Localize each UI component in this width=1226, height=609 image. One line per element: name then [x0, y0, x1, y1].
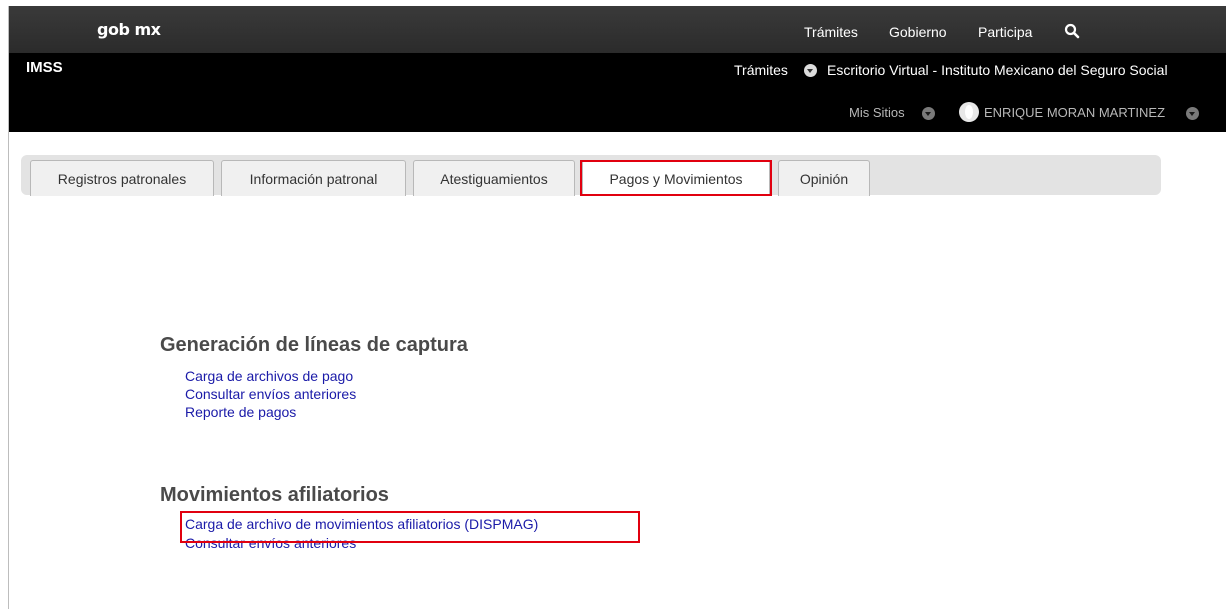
gob-nav-gobierno[interactable]: Gobierno — [889, 24, 947, 40]
user-name[interactable]: ENRIQUE MORAN MARTINEZ — [984, 105, 1165, 120]
link-consultar-envios-pago[interactable]: Consultar envíos anteriores — [185, 386, 356, 403]
user-avatar — [959, 102, 979, 122]
gob-mx-logo[interactable]: gob mx — [97, 20, 161, 39]
user-dropdown-icon[interactable] — [1186, 107, 1199, 120]
link-highlight-box — [180, 511, 640, 543]
gob-header: gob mx Trámites Gobierno Participa — [9, 6, 1226, 53]
tab-registros-patronales[interactable]: Registros patronales — [30, 160, 214, 196]
gob-nav-participa[interactable]: Participa — [978, 24, 1032, 40]
imss-header: IMSS Trámites Escritorio Virtual - Insti… — [9, 53, 1226, 132]
tab-atestiguamientos[interactable]: Atestiguamientos — [413, 160, 575, 196]
section-title-lineas-captura: Generación de líneas de captura — [160, 334, 468, 356]
tramites-menu[interactable]: Trámites — [734, 62, 788, 78]
mis-sitios-dropdown-icon[interactable] — [922, 107, 935, 120]
section-title-movimientos-afiliatorios: Movimientos afiliatorios — [160, 484, 389, 506]
portal-title: Escritorio Virtual - Instituto Mexicano … — [827, 62, 1168, 78]
link-carga-archivos-pago[interactable]: Carga de archivos de pago — [185, 368, 353, 385]
gob-nav-tramites[interactable]: Trámites — [804, 24, 858, 40]
tramites-dropdown-icon[interactable] — [804, 64, 817, 77]
tab-opinion[interactable]: Opinión — [778, 160, 870, 196]
window-left-border — [0, 0, 9, 609]
link-reporte-pagos[interactable]: Reporte de pagos — [185, 404, 296, 421]
tab-informacion-patronal[interactable]: Información patronal — [221, 160, 406, 196]
tab-highlight-box — [580, 160, 772, 196]
imss-title[interactable]: IMSS — [26, 59, 63, 76]
search-icon[interactable] — [1064, 23, 1080, 39]
mis-sitios-menu[interactable]: Mis Sitios — [849, 105, 905, 120]
